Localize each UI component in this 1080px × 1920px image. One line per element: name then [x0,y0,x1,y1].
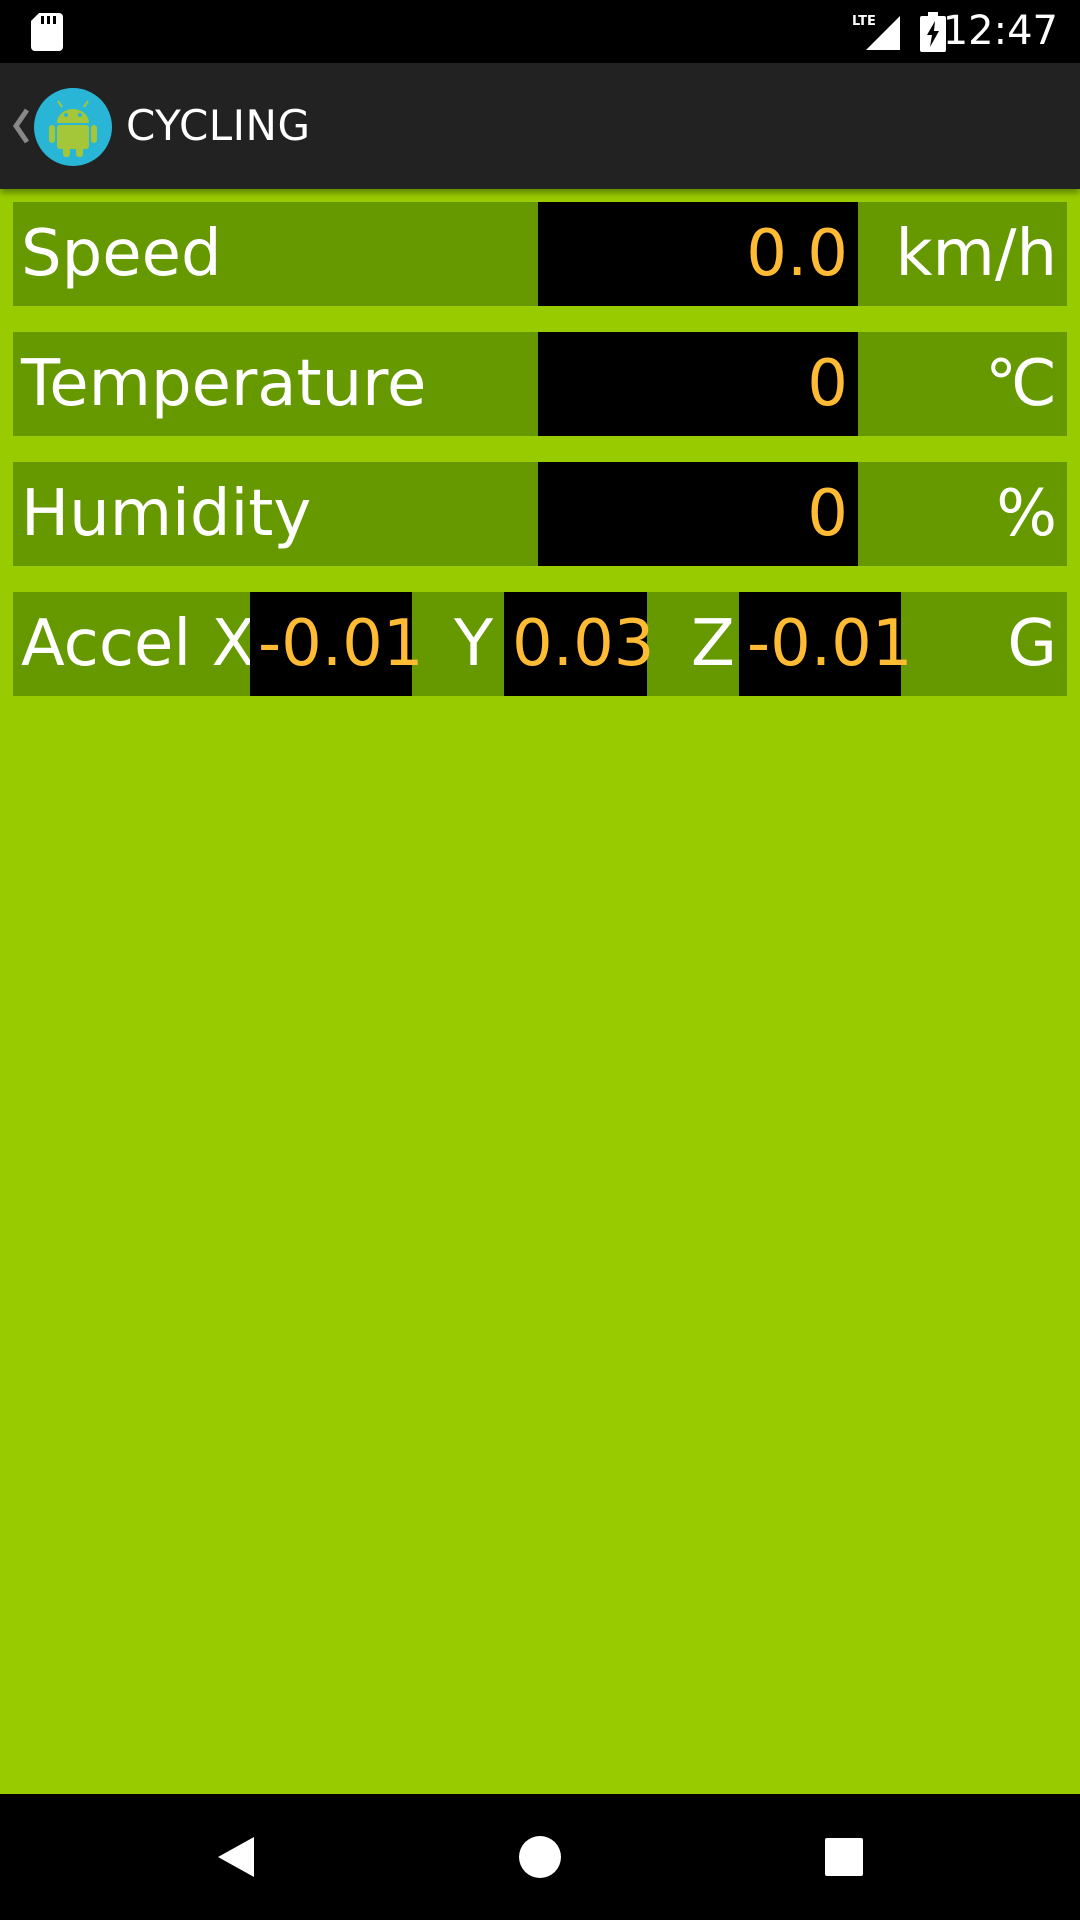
speed-value: 0.0 [538,202,858,306]
accel-x-label: Accel X [21,607,256,681]
accel-x-value: -0.01 [250,592,424,696]
speed-row: Speed 0.0 km/h [13,202,1067,306]
up-navigation-button[interactable]: CYCLING [0,63,320,189]
status-clock: 12:47 [942,8,1058,54]
navigation-bar [0,1794,1080,1920]
temperature-value: 0 [538,332,858,436]
humidity-value: 0 [538,462,858,566]
accel-y-label: Y [454,607,494,681]
accel-row: Accel X -0.01 Y 0.03 Z -0.01 G [13,592,1067,696]
temperature-label: Temperature [21,347,427,421]
app-title: CYCLING [126,101,311,150]
accel-z-value: -0.01 [739,592,913,696]
accel-z-label: Z [691,607,735,681]
accel-y-value: 0.03 [504,592,655,696]
back-chevron-icon [12,108,30,144]
status-bar: LTE 12:47 [0,0,1080,63]
humidity-label: Humidity [21,477,312,551]
lte-signal-icon: LTE [852,14,900,50]
svg-text:LTE: LTE [852,14,876,29]
sd-card-icon [31,13,63,51]
temperature-row: Temperature 0 ℃ [13,332,1067,436]
temperature-unit: ℃ [985,347,1057,421]
humidity-unit: % [996,477,1057,551]
humidity-row: Humidity 0 % [13,462,1067,566]
back-triangle-icon[interactable] [200,1817,280,1897]
speed-label: Speed [21,217,222,291]
speed-unit: km/h [895,217,1057,291]
accel-unit: G [1007,607,1057,681]
action-bar: CYCLING [0,63,1080,189]
home-circle-icon[interactable] [500,1817,580,1897]
recents-square-icon[interactable] [804,1817,884,1897]
android-app-icon [34,88,112,166]
